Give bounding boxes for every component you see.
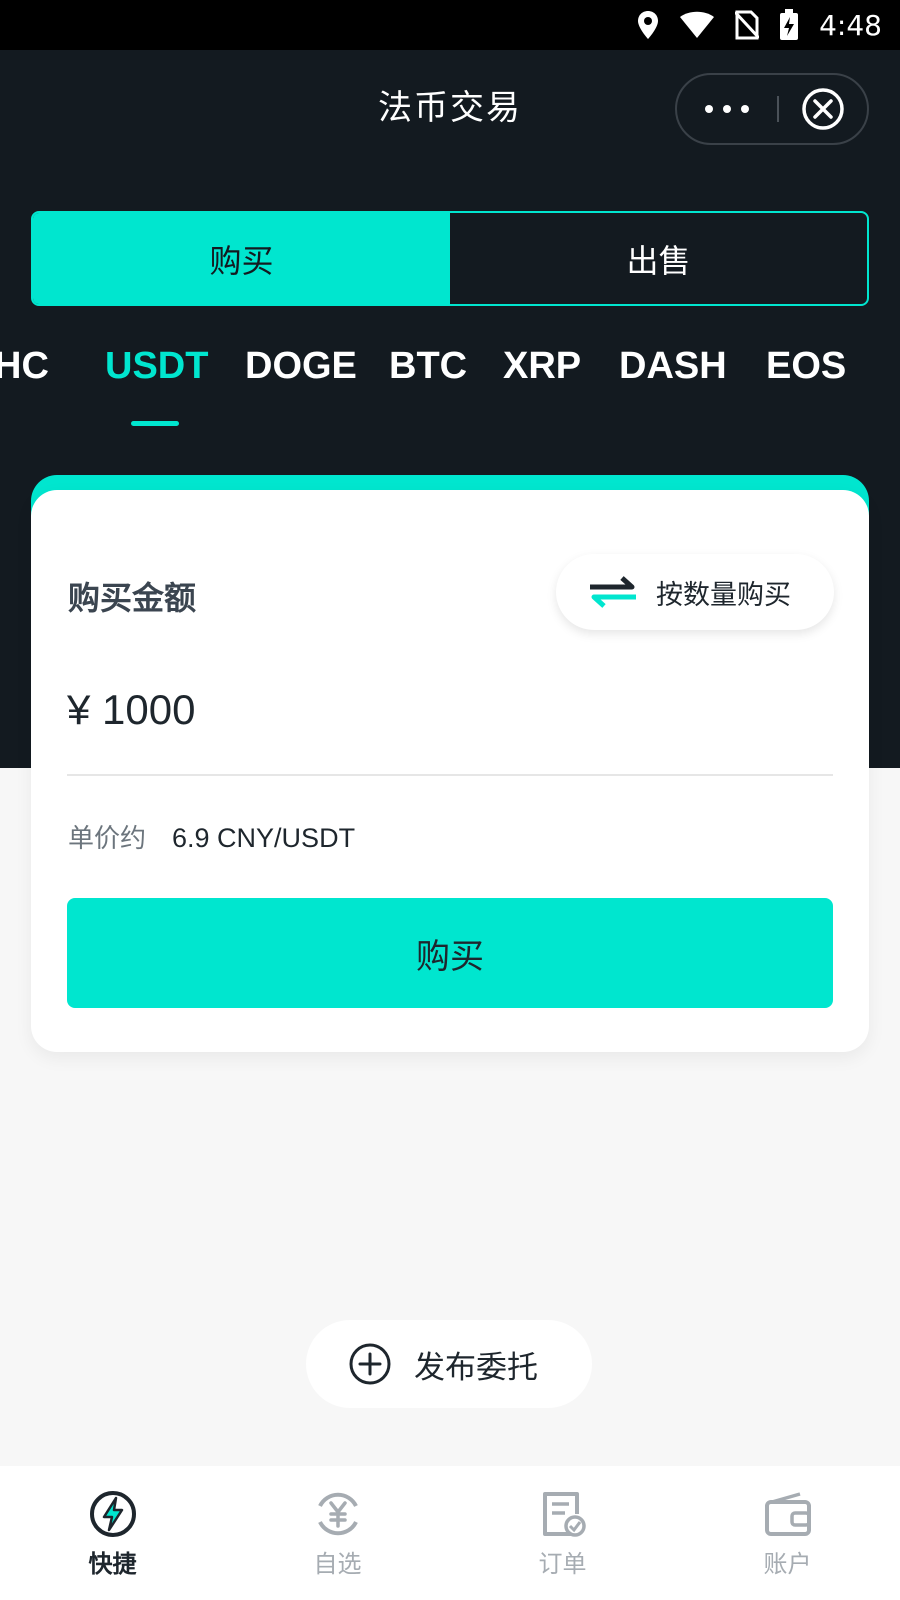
clock: 4:48 bbox=[819, 8, 882, 42]
tab-watchlist[interactable]: 自选 bbox=[225, 1466, 450, 1600]
yuan-exchange-icon bbox=[317, 1492, 358, 1536]
location-icon bbox=[638, 11, 659, 39]
selected-coin-indicator bbox=[131, 421, 179, 426]
coin-tab-dash[interactable]: DASH bbox=[619, 345, 727, 388]
buy-button[interactable]: 购买 bbox=[67, 898, 833, 1008]
coin-tab-usdt[interactable]: USDT bbox=[105, 345, 208, 388]
dot-icon bbox=[741, 105, 749, 113]
battery-icon bbox=[780, 9, 799, 40]
tab-orders-label: 订单 bbox=[538, 1550, 587, 1578]
publish-order-label: 发布委托 bbox=[414, 1349, 538, 1386]
dot-icon bbox=[723, 105, 731, 113]
coin-tab-hc[interactable]: HC bbox=[0, 345, 49, 388]
tab-account-label: 账户 bbox=[763, 1550, 812, 1578]
coin-tab-btc[interactable]: BTC bbox=[389, 345, 467, 388]
tab-quick[interactable]: 快捷 bbox=[0, 1466, 225, 1600]
tab-quick-label: 快捷 bbox=[88, 1550, 137, 1578]
tab-sell[interactable]: 出售 bbox=[450, 213, 867, 304]
status-bar: 4:48 bbox=[0, 0, 900, 50]
tab-buy[interactable]: 购买 bbox=[33, 213, 450, 304]
coin-tab-eos[interactable]: EOS bbox=[766, 345, 846, 388]
tab-watchlist-label: 自选 bbox=[313, 1550, 362, 1578]
amount-input[interactable]: ¥ 1000 bbox=[67, 686, 195, 734]
tab-orders[interactable]: 订单 bbox=[450, 1466, 675, 1600]
coin-selector: HC USDT DOGE BTC XRP DASH EOS bbox=[0, 335, 900, 435]
wallet-icon bbox=[764, 1492, 811, 1536]
close-button[interactable] bbox=[779, 75, 867, 143]
switch-to-quantity-button[interactable]: 按数量购买 bbox=[556, 554, 834, 630]
buy-card: 购买金额 按数量购买 ¥ 1000 单价约 6.9 CNY/USDT 购买 bbox=[31, 490, 869, 1052]
swap-arrows-icon bbox=[590, 576, 636, 608]
close-circle-icon bbox=[802, 88, 844, 130]
wifi-icon bbox=[680, 11, 715, 38]
unit-price-label: 单价约 bbox=[68, 824, 147, 854]
more-button[interactable] bbox=[677, 75, 777, 143]
tab-account[interactable]: 账户 bbox=[675, 1466, 900, 1600]
mini-program-capsule bbox=[675, 73, 869, 145]
switch-to-quantity-label: 按数量购买 bbox=[656, 579, 791, 611]
unit-price-row: 单价约 6.9 CNY/USDT bbox=[68, 818, 355, 855]
unit-price-value: 6.9 CNY/USDT bbox=[172, 823, 356, 853]
lightning-icon bbox=[89, 1491, 136, 1537]
order-document-icon bbox=[542, 1492, 586, 1537]
coin-tab-xrp[interactable]: XRP bbox=[503, 345, 581, 388]
amount-label: 购买金额 bbox=[68, 579, 197, 617]
coin-tab-doge[interactable]: DOGE bbox=[245, 345, 357, 388]
plus-circle-icon bbox=[349, 1343, 391, 1385]
bottom-tab-bar: 快捷 自选 订单 账户 bbox=[0, 1466, 900, 1600]
input-underline bbox=[67, 774, 833, 776]
no-sim-icon bbox=[735, 10, 760, 40]
trade-type-toggle: 购买 出售 bbox=[31, 211, 869, 306]
publish-order-button[interactable]: 发布委托 bbox=[306, 1320, 592, 1408]
dot-icon bbox=[705, 105, 713, 113]
